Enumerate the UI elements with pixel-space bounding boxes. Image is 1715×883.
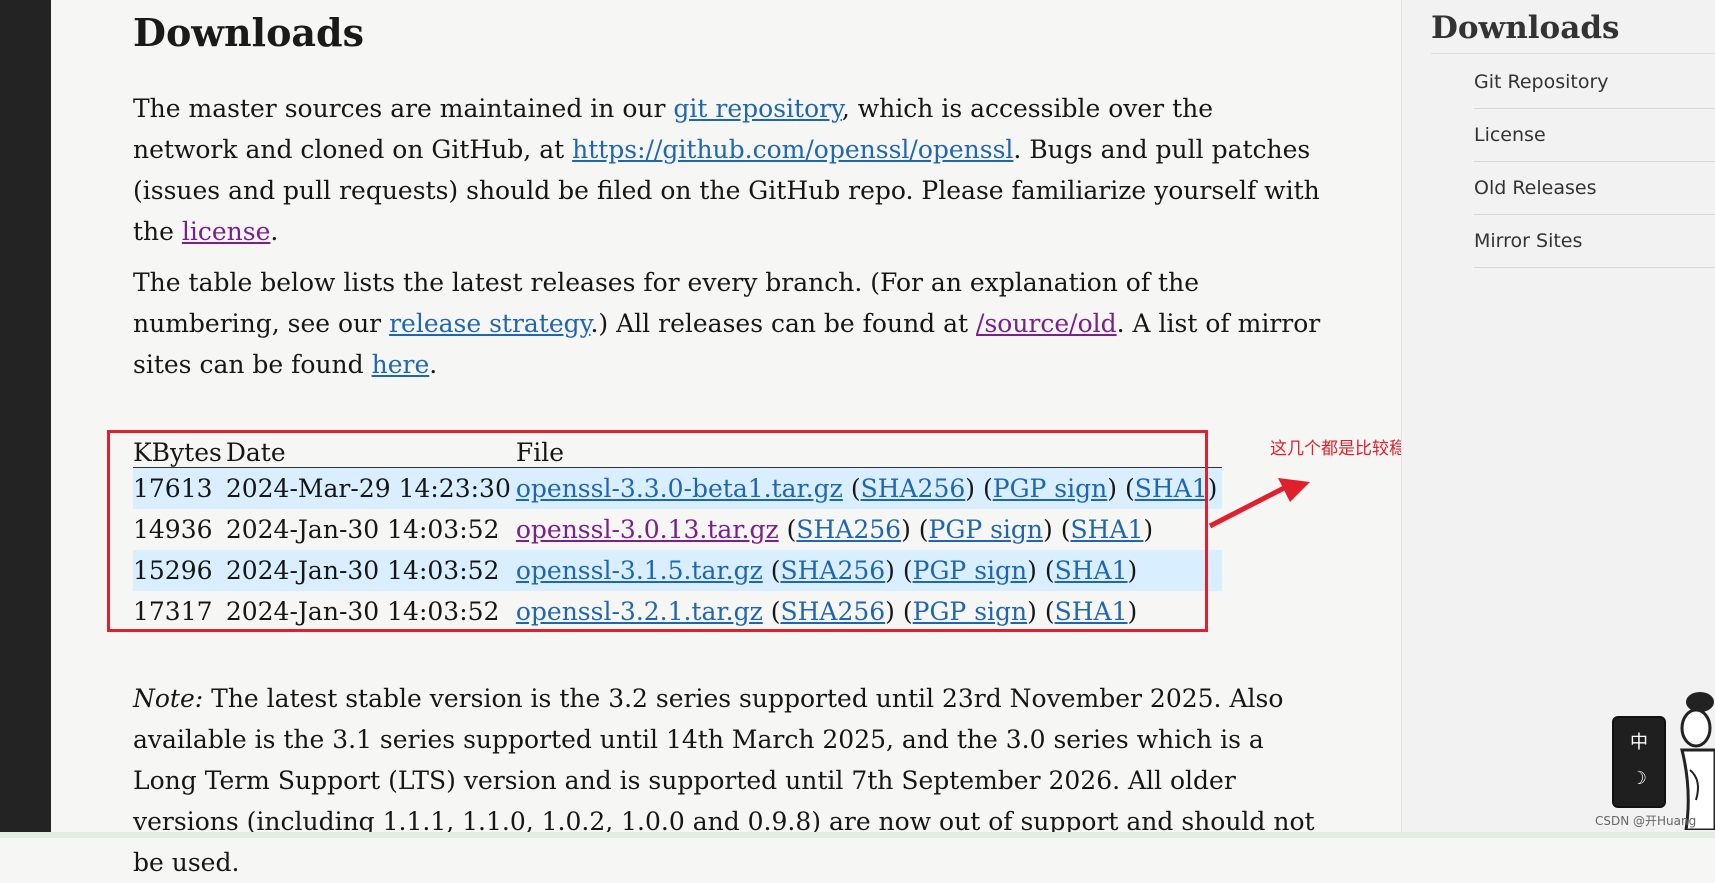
git-repository-link[interactable]: git repository: [673, 94, 841, 123]
sha256-link[interactable]: SHA256: [780, 597, 885, 626]
table-row: 17317 2024-Jan-30 14:03:52 openssl-3.2.1…: [133, 591, 1222, 632]
watermark: CSDN @开Huang: [1595, 814, 1697, 828]
date-cell: 2024-Jan-30 14:03:52: [225, 515, 500, 544]
sha1-link[interactable]: SHA1: [1055, 556, 1128, 585]
sha1-link[interactable]: SHA1: [1055, 597, 1128, 626]
file-link[interactable]: openssl-3.2.1.tar.gz: [516, 597, 763, 626]
ime-toolbar[interactable]: 中 ☽: [1612, 716, 1666, 808]
file-link[interactable]: openssl-3.1.5.tar.gz: [516, 556, 763, 585]
file-link[interactable]: openssl-3.0.13.tar.gz: [516, 515, 779, 544]
file-cell: openssl-3.2.1.tar.gz (SHA256) (PGP sign)…: [515, 597, 1138, 626]
file-cell: openssl-3.1.5.tar.gz (SHA256) (PGP sign)…: [515, 550, 1223, 591]
sha256-link[interactable]: SHA256: [796, 515, 901, 544]
sidebar-nav: Git Repository License Old Releases Mirr…: [1474, 56, 1715, 268]
table-row: 17613 2024-Mar-29 14:23:30 openssl-3.3.0…: [133, 467, 1223, 509]
table-row: 15296 2024-Jan-30 14:03:52 openssl-3.1.5…: [133, 550, 1223, 591]
moon-icon[interactable]: ☽: [1614, 768, 1664, 789]
bottom-strip: [0, 832, 1715, 838]
sha1-link[interactable]: SHA1: [1071, 515, 1144, 544]
sha256-link[interactable]: SHA256: [861, 474, 966, 503]
pgp-sign-link[interactable]: PGP sign: [913, 597, 1028, 626]
page-title: Downloads: [133, 10, 365, 55]
date-cell: 2024-Mar-29 14:23:30: [225, 467, 516, 509]
kbytes-cell: 14936: [133, 515, 213, 544]
kbytes-cell: 15296: [133, 550, 226, 591]
col-file: File: [515, 429, 1223, 468]
license-link[interactable]: license: [182, 217, 271, 246]
table-header-row: KBytes Date File: [133, 429, 1223, 468]
pgp-sign-link[interactable]: PGP sign: [913, 556, 1028, 585]
sidebar-item-old-releases[interactable]: Old Releases: [1474, 162, 1715, 215]
github-link[interactable]: https://github.com/openssl/openssl: [572, 135, 1013, 164]
sidebar-title: Downloads: [1431, 10, 1620, 46]
intro-paragraph: The master sources are maintained in our…: [133, 94, 1320, 246]
sidebar-item-license[interactable]: License: [1474, 109, 1715, 162]
left-dark-bar: [0, 0, 51, 838]
file-link[interactable]: openssl-3.3.0-beta1.tar.gz: [516, 474, 843, 503]
file-cell: openssl-3.0.13.tar.gz (SHA256) (PGP sign…: [515, 515, 1154, 544]
releases-paragraph: The table below lists the latest release…: [133, 268, 1321, 379]
mirror-here-link[interactable]: here: [372, 350, 430, 379]
source-old-link[interactable]: /source/old: [976, 309, 1117, 338]
col-date: Date: [225, 429, 516, 468]
ime-language-toggle[interactable]: 中: [1614, 728, 1664, 754]
sidebar-item-git-repository[interactable]: Git Repository: [1474, 56, 1715, 109]
kbytes-cell: 17317: [133, 597, 213, 626]
sidebar-item-mirror-sites[interactable]: Mirror Sites: [1474, 215, 1715, 268]
sha1-link[interactable]: SHA1: [1135, 474, 1208, 503]
note-paragraph: Note: The latest stable version is the 3…: [133, 684, 1315, 877]
date-cell: 2024-Jan-30 14:03:52: [225, 597, 500, 626]
kbytes-cell: 17613: [133, 467, 226, 509]
sidebar-divider: [1431, 53, 1715, 54]
file-cell: openssl-3.3.0-beta1.tar.gz (SHA256) (PGP…: [515, 467, 1223, 509]
sha256-link[interactable]: SHA256: [780, 556, 885, 585]
release-strategy-link[interactable]: release strategy: [389, 309, 590, 338]
col-kbytes: KBytes: [133, 429, 226, 468]
releases-table: KBytes Date File 17613 2024-Mar-29 14:23…: [133, 429, 1223, 632]
pgp-sign-link[interactable]: PGP sign: [993, 474, 1108, 503]
date-cell: 2024-Jan-30 14:03:52: [225, 550, 516, 591]
mascot-icon: [1680, 692, 1715, 830]
table-row: 14936 2024-Jan-30 14:03:52 openssl-3.0.1…: [133, 509, 1222, 550]
note-label: Note:: [133, 684, 204, 713]
pgp-sign-link[interactable]: PGP sign: [929, 515, 1044, 544]
red-arrow-icon: [1208, 478, 1310, 529]
